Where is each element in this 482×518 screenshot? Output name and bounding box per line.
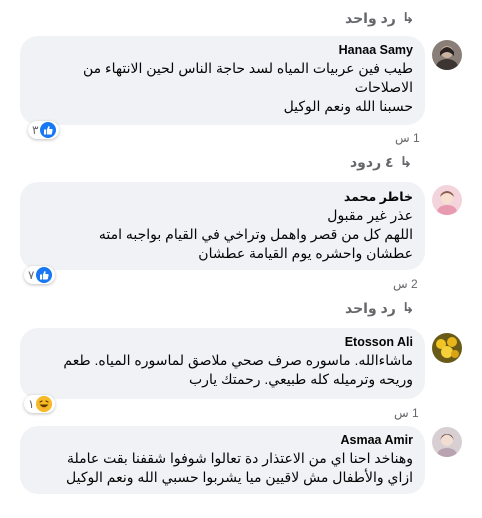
view-replies-link[interactable]: ↳ رد واحد: [345, 9, 415, 28]
view-replies-link[interactable]: ↳ ٤ ردود: [350, 153, 413, 172]
reply-arrow-icon: ↳: [399, 154, 413, 171]
comment-bubble: خاطر محمد عذر غير مقبول اللهم كل من قصر …: [20, 182, 425, 270]
reaction-count[interactable]: ٧: [24, 266, 56, 284]
comment-bubble: Etosson Ali ماشاءالله. ماسوره صرف صحي مل…: [20, 328, 425, 399]
avatar[interactable]: [432, 40, 462, 70]
comment-author[interactable]: Hanaa Samy: [32, 43, 413, 57]
comment-author[interactable]: خاطر محمد: [32, 189, 413, 204]
like-icon: [40, 122, 57, 138]
reply-arrow-icon: ↳: [401, 10, 415, 27]
comment-author[interactable]: Asmaa Amir: [32, 433, 414, 447]
reaction-count[interactable]: ١: [24, 395, 56, 413]
reaction-count[interactable]: ٣: [28, 121, 60, 139]
comment-time[interactable]: 1 س: [395, 131, 420, 145]
like-icon: [36, 267, 53, 283]
comment-text: ماشاءالله. ماسوره صرف صحي ملاصق لماسوره …: [63, 352, 413, 387]
comment-text: عذر غير مقبول اللهم كل من قصر واهمل وترا…: [98, 207, 413, 261]
comment-bubble: Asmaa Amir وهناخد احنا اي من الاعتذار دة…: [20, 426, 425, 494]
reply-arrow-icon: ↳: [401, 300, 415, 317]
avatar[interactable]: [432, 427, 462, 457]
avatar[interactable]: [432, 185, 462, 215]
comment-time[interactable]: 2 س: [393, 277, 418, 291]
comment-text: طيب فين عربيات المياه لسد حاجة الناس لحي…: [83, 60, 413, 114]
comment-author[interactable]: Etosson Ali: [32, 335, 413, 349]
haha-icon: [36, 396, 53, 412]
comment-bubble: Hanaa Samy طيب فين عربيات المياه لسد حاج…: [20, 36, 425, 125]
view-replies-label: رد واحد: [345, 9, 396, 26]
comment-text: وهناخد احنا اي من الاعتذار دة تعالوا شوف…: [66, 450, 413, 485]
avatar[interactable]: [432, 333, 462, 363]
comment-time[interactable]: 1 س: [394, 406, 419, 420]
view-replies-link[interactable]: ↳ رد واحد: [345, 299, 415, 318]
